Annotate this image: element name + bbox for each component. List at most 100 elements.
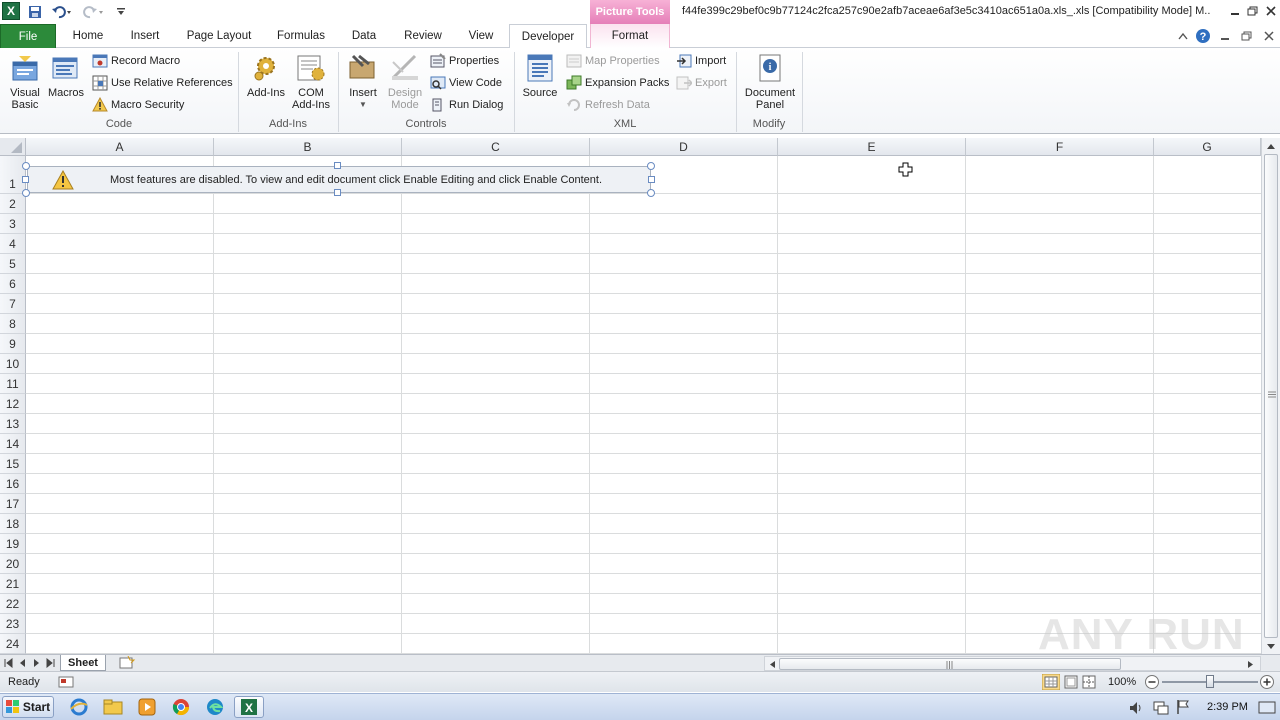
column-header-c[interactable]: C bbox=[402, 138, 590, 156]
close-icon[interactable] bbox=[1260, 2, 1280, 20]
macro-recording-icon[interactable] bbox=[58, 675, 74, 689]
resize-handle[interactable] bbox=[647, 189, 655, 197]
row-header-16[interactable]: 16 bbox=[0, 474, 26, 494]
map-properties-button[interactable]: Map Properties bbox=[566, 52, 660, 70]
insert-control-button[interactable]: Insert ▼ bbox=[344, 52, 382, 111]
row-header-8[interactable]: 8 bbox=[0, 314, 26, 334]
row-header-12[interactable]: 12 bbox=[0, 394, 26, 414]
design-mode-button[interactable]: Design Mode bbox=[384, 52, 426, 111]
row-header-19[interactable]: 19 bbox=[0, 534, 26, 554]
expansion-packs-button[interactable]: Expansion Packs bbox=[566, 74, 669, 92]
column-header-g[interactable]: G bbox=[1154, 138, 1261, 156]
media-player-icon[interactable] bbox=[132, 696, 162, 718]
resize-handle[interactable] bbox=[647, 162, 655, 170]
column-header-f[interactable]: F bbox=[966, 138, 1154, 156]
row-header-14[interactable]: 14 bbox=[0, 434, 26, 454]
refresh-data-button[interactable]: Refresh Data bbox=[566, 96, 650, 114]
tab-view[interactable]: View bbox=[460, 24, 502, 48]
sheet-tab[interactable]: Sheet bbox=[60, 655, 106, 671]
row-header-11[interactable]: 11 bbox=[0, 374, 26, 394]
column-header-e[interactable]: E bbox=[778, 138, 966, 156]
select-all-corner[interactable] bbox=[0, 138, 26, 156]
window-minimize-icon[interactable] bbox=[1214, 27, 1236, 45]
vertical-scrollbar[interactable] bbox=[1261, 138, 1280, 656]
macro-security-button[interactable]: Macro Security bbox=[92, 96, 184, 114]
row-header-1[interactable]: 1 bbox=[0, 156, 26, 194]
vertical-scroll-thumb[interactable] bbox=[1264, 154, 1278, 638]
file-explorer-icon[interactable] bbox=[98, 696, 128, 718]
row-header-22[interactable]: 22 bbox=[0, 594, 26, 614]
use-relative-references-button[interactable]: Use Relative References bbox=[92, 74, 233, 92]
window-restore-icon[interactable] bbox=[1236, 27, 1258, 45]
row-header-5[interactable]: 5 bbox=[0, 254, 26, 274]
row-header-23[interactable]: 23 bbox=[0, 614, 26, 634]
resize-handle[interactable] bbox=[648, 176, 655, 183]
run-dialog-button[interactable]: Run Dialog bbox=[430, 96, 503, 114]
tab-page-layout[interactable]: Page Layout bbox=[178, 24, 260, 48]
row-header-17[interactable]: 17 bbox=[0, 494, 26, 514]
tab-formulas[interactable]: Formulas bbox=[270, 24, 332, 48]
tab-insert[interactable]: Insert bbox=[122, 24, 168, 48]
help-icon[interactable]: ? bbox=[1192, 27, 1214, 45]
com-add-ins-button[interactable]: COM Add-Ins bbox=[288, 52, 334, 111]
row-header-13[interactable]: 13 bbox=[0, 414, 26, 434]
macros-button[interactable]: Macros bbox=[46, 52, 86, 99]
clock[interactable]: 2:39 PM bbox=[1207, 701, 1248, 713]
tab-format[interactable]: Format bbox=[590, 24, 670, 48]
row-header-21[interactable]: 21 bbox=[0, 574, 26, 594]
insert-sheet-icon[interactable] bbox=[118, 656, 136, 670]
save-icon[interactable] bbox=[26, 3, 44, 21]
resize-handle[interactable] bbox=[334, 162, 341, 169]
scroll-up-icon[interactable] bbox=[1266, 142, 1276, 150]
view-code-button[interactable]: View Code bbox=[430, 74, 502, 92]
row-header-2[interactable]: 2 bbox=[0, 194, 26, 214]
zoom-slider-thumb[interactable] bbox=[1206, 675, 1214, 688]
volume-icon[interactable] bbox=[1128, 700, 1144, 716]
resize-handle[interactable] bbox=[22, 162, 30, 170]
export-button[interactable]: Export bbox=[676, 74, 727, 92]
show-desktop-icon[interactable] bbox=[1258, 699, 1276, 715]
properties-button[interactable]: Properties bbox=[430, 52, 499, 70]
row-header-9[interactable]: 9 bbox=[0, 334, 26, 354]
row-header-20[interactable]: 20 bbox=[0, 554, 26, 574]
minimize-ribbon-icon[interactable] bbox=[1172, 27, 1194, 45]
worksheet-grid[interactable]: ABCDEFG 1 2 3 4 5 6 7 8 9 10 11 12 13 14 15 16 17 18 19 20 2… bbox=[0, 134, 1280, 656]
scroll-left-icon[interactable] bbox=[768, 660, 776, 669]
start-button[interactable]: Start bbox=[2, 696, 54, 718]
internet-explorer-icon[interactable] bbox=[64, 696, 94, 718]
row-header-18[interactable]: 18 bbox=[0, 514, 26, 534]
zoom-in-icon[interactable] bbox=[1259, 674, 1275, 690]
tab-home[interactable]: Home bbox=[64, 24, 112, 48]
row-header-7[interactable]: 7 bbox=[0, 294, 26, 314]
row-header-6[interactable]: 6 bbox=[0, 274, 26, 294]
network-icon[interactable] bbox=[1152, 700, 1170, 716]
record-macro-button[interactable]: Record Macro bbox=[92, 52, 180, 70]
sheet-navigation-icons[interactable] bbox=[4, 658, 56, 668]
source-button[interactable]: Source bbox=[520, 52, 560, 99]
window-close-icon[interactable] bbox=[1258, 27, 1280, 45]
chrome-icon[interactable] bbox=[166, 696, 196, 718]
redo-icon[interactable] bbox=[80, 3, 108, 21]
excel-taskbar-icon[interactable]: X bbox=[234, 696, 264, 718]
row-header-15[interactable]: 15 bbox=[0, 454, 26, 474]
resize-handle[interactable] bbox=[22, 176, 29, 183]
add-ins-button[interactable]: Add-Ins bbox=[244, 52, 288, 99]
undo-icon[interactable] bbox=[48, 3, 76, 21]
normal-view-icon[interactable] bbox=[1042, 674, 1060, 690]
row-header-24[interactable]: 24 bbox=[0, 634, 26, 654]
edge-icon[interactable] bbox=[200, 696, 230, 718]
row-header-3[interactable]: 3 bbox=[0, 214, 26, 234]
tab-developer[interactable]: Developer bbox=[509, 24, 587, 49]
scroll-down-icon[interactable] bbox=[1266, 643, 1276, 651]
document-panel-button[interactable]: i Document Panel bbox=[740, 52, 800, 111]
column-header-d[interactable]: D bbox=[590, 138, 778, 156]
visual-basic-button[interactable]: Visual Basic bbox=[4, 52, 46, 111]
excel-app-icon[interactable]: X bbox=[2, 2, 20, 20]
page-layout-view-icon[interactable] bbox=[1064, 675, 1078, 689]
page-break-view-icon[interactable] bbox=[1082, 675, 1096, 689]
tab-data[interactable]: Data bbox=[342, 24, 386, 48]
tab-review[interactable]: Review bbox=[396, 24, 450, 48]
zoom-out-icon[interactable] bbox=[1144, 674, 1160, 690]
column-header-b[interactable]: B bbox=[214, 138, 402, 156]
column-header-a[interactable]: A bbox=[26, 138, 214, 156]
